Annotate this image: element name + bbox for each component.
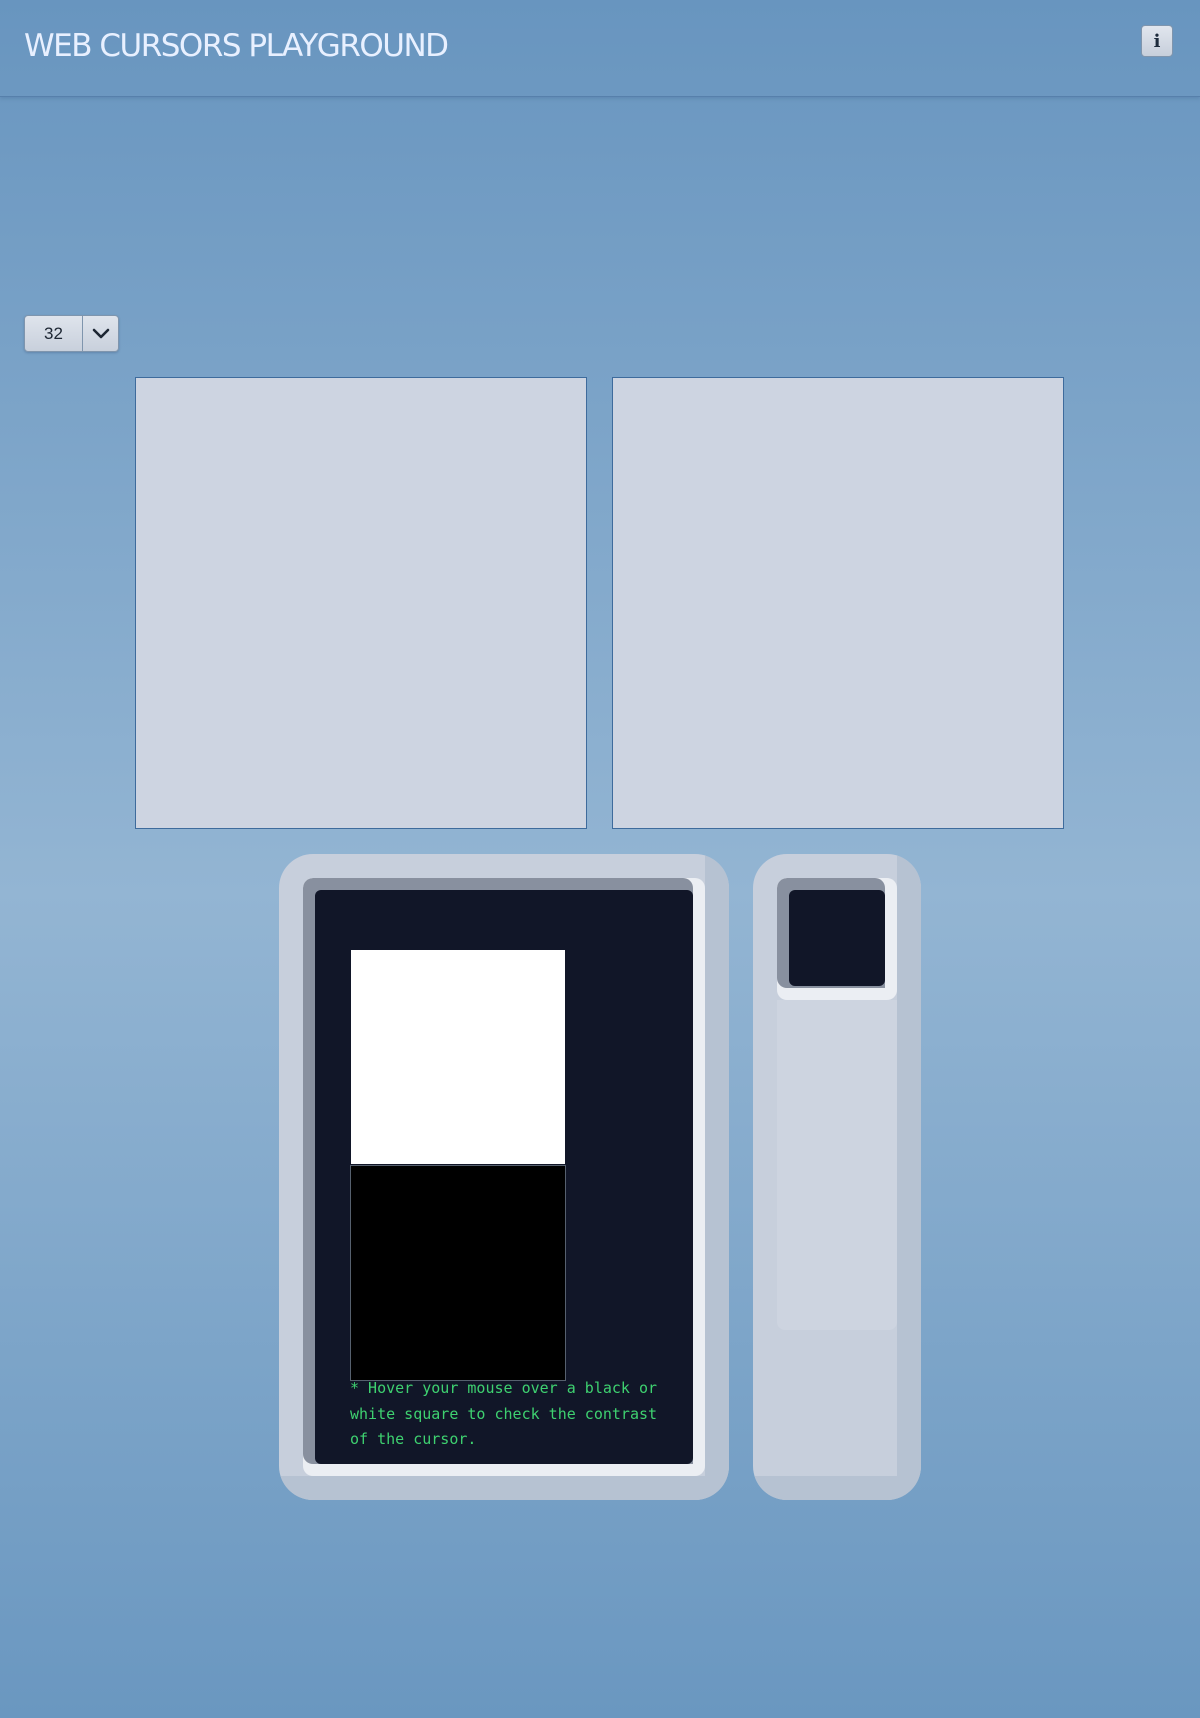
info-button[interactable]: i <box>1141 25 1173 57</box>
cursor-size-value: 32 <box>25 316 83 351</box>
device-bevel <box>753 1476 921 1500</box>
device-screen: * Hover your mouse over a black or white… <box>315 890 693 1464</box>
side-device-screen[interactable] <box>789 890 885 986</box>
page-title: WEB CURSORS PLAYGROUND <box>24 28 449 64</box>
app-header: WEB CURSORS PLAYGROUND i <box>0 0 1200 97</box>
contrast-hint-text: * Hover your mouse over a black or white… <box>350 1379 658 1448</box>
preview-panel-right[interactable] <box>612 377 1064 829</box>
contrast-test-device: * Hover your mouse over a black or white… <box>279 854 729 1500</box>
device-inner-frame: * Hover your mouse over a black or white… <box>303 878 705 1476</box>
chevron-down-icon[interactable] <box>83 316 118 351</box>
side-device-body <box>777 1000 897 1330</box>
device-bevel <box>279 1476 729 1500</box>
preview-panel-left[interactable] <box>135 377 587 829</box>
white-test-square[interactable] <box>351 950 565 1164</box>
black-test-square[interactable] <box>350 1165 566 1381</box>
side-device <box>753 854 921 1500</box>
cursor-size-select[interactable]: 32 <box>24 315 119 352</box>
device-bevel <box>897 854 921 1500</box>
device-bevel <box>705 854 729 1500</box>
side-device-well <box>777 878 897 1000</box>
